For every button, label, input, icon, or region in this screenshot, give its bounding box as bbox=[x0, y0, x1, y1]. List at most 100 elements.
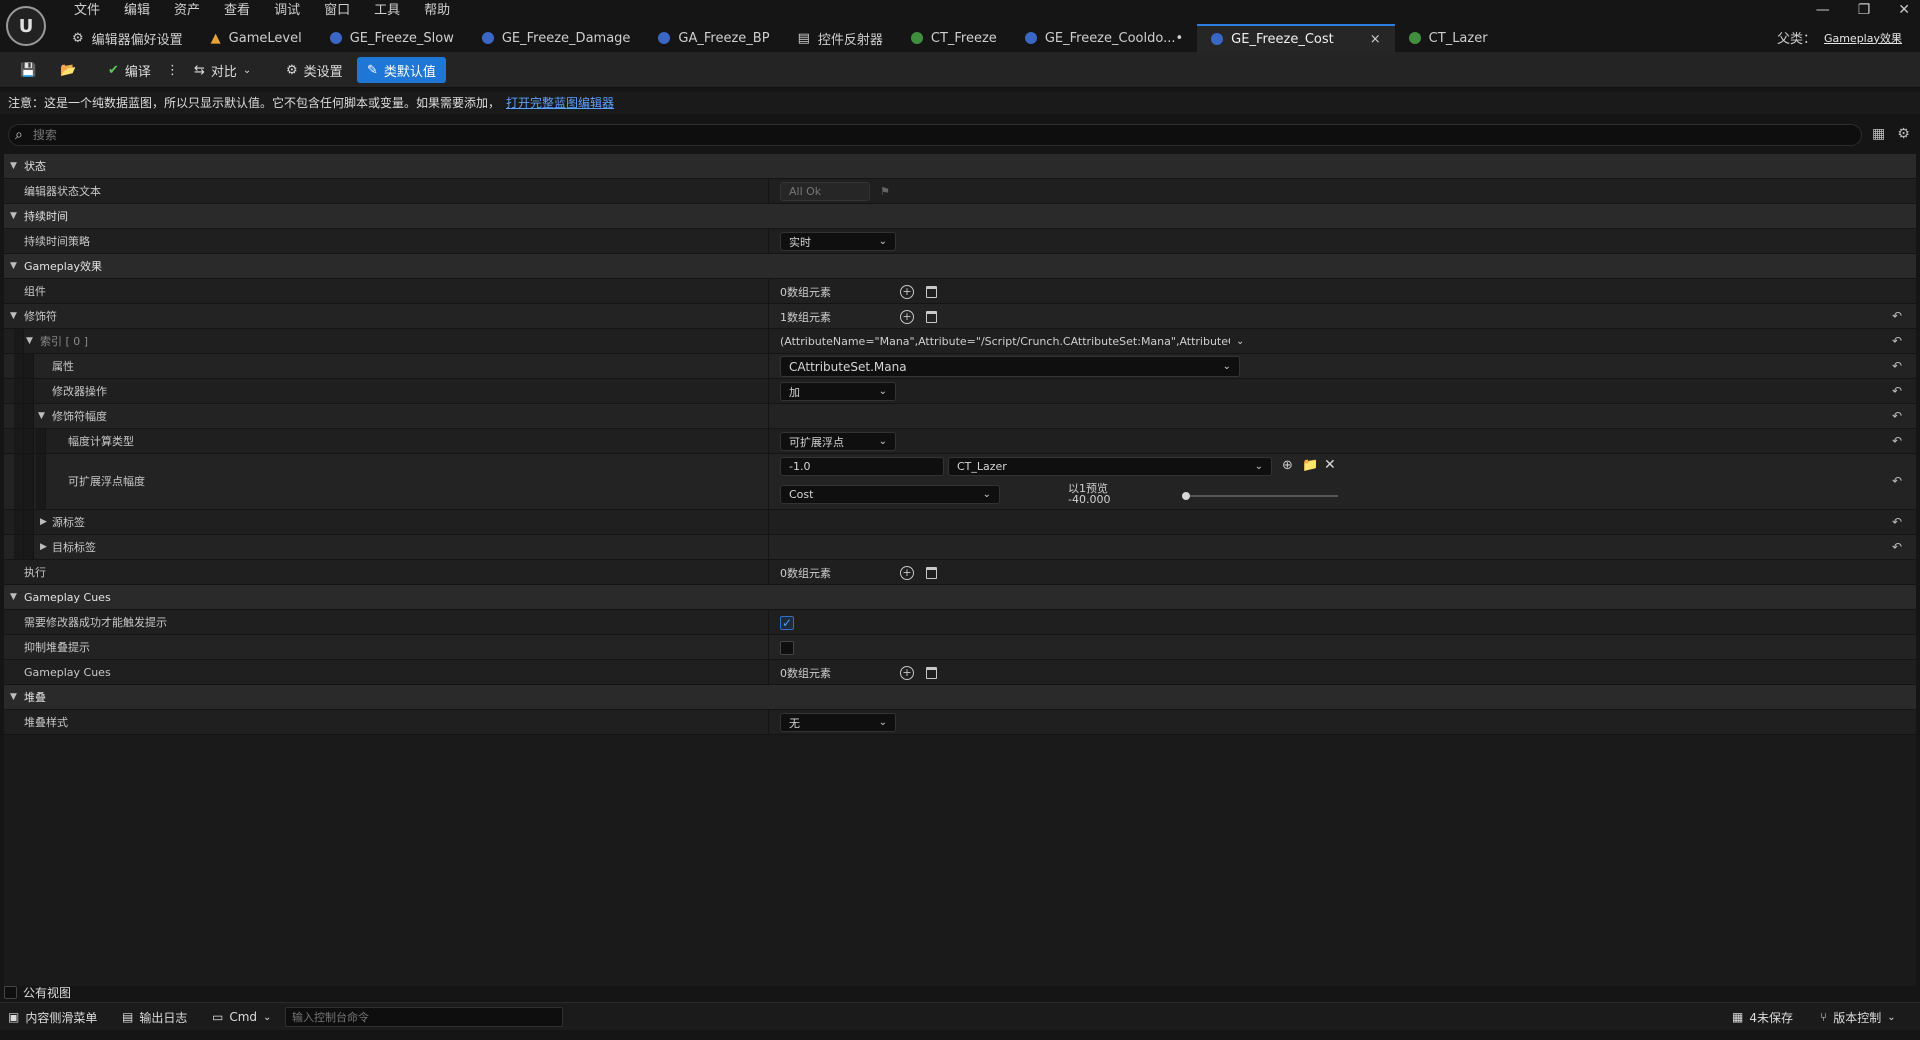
tab-ga-freeze-bp[interactable]: GA_Freeze_BP bbox=[644, 24, 783, 52]
column-splitter[interactable] bbox=[768, 535, 769, 559]
column-splitter[interactable] bbox=[768, 610, 769, 634]
trash-icon[interactable] bbox=[926, 285, 937, 298]
menu-item-view[interactable]: 查看 bbox=[212, 2, 262, 20]
duration-policy-dropdown[interactable]: 实时 ⌄ bbox=[780, 232, 896, 251]
menu-item-file[interactable]: 文件 bbox=[62, 2, 112, 20]
source-control-button[interactable]: ⑂ 版本控制 ⌄ bbox=[1820, 1007, 1896, 1027]
tab-ct-lazer[interactable]: CT_Lazer bbox=[1395, 24, 1502, 52]
curve-table-dropdown[interactable]: CT_Lazer ⌄ bbox=[948, 457, 1272, 476]
attribute-dropdown[interactable]: CAttributeSet.Mana ⌄ bbox=[780, 356, 1240, 377]
column-splitter[interactable] bbox=[768, 454, 769, 509]
column-splitter[interactable] bbox=[768, 510, 769, 534]
expand-arrow-icon[interactable]: ▼ bbox=[10, 254, 17, 279]
expand-arrow-icon[interactable]: ▼ bbox=[38, 404, 45, 429]
category-gameplay-cues[interactable]: ▼ Gameplay Cues bbox=[4, 585, 1916, 610]
menu-item-help[interactable]: 帮助 bbox=[412, 2, 462, 20]
column-splitter[interactable] bbox=[768, 179, 769, 203]
expand-arrow-icon[interactable]: ▼ bbox=[10, 304, 17, 329]
public-view-checkbox[interactable] bbox=[4, 985, 17, 999]
category-status[interactable]: ▼ 状态 bbox=[4, 154, 1916, 179]
browse-button[interactable]: 📂 bbox=[54, 57, 82, 83]
category-stacking[interactable]: ▼ 堆叠 bbox=[4, 685, 1916, 710]
column-splitter[interactable] bbox=[768, 279, 769, 303]
tab-gamelevel[interactable]: ▲ GameLevel bbox=[197, 24, 316, 52]
output-log-button[interactable]: ▤ 输出日志 bbox=[122, 1007, 187, 1027]
restore-icon[interactable]: ❐ bbox=[1858, 2, 1871, 18]
stacking-type-dropdown[interactable]: 无 ⌄ bbox=[780, 713, 896, 732]
collapsed-arrow-icon[interactable]: ▶ bbox=[40, 535, 47, 560]
open-full-blueprint-editor-link[interactable]: 打开完整蓝图编辑器 bbox=[506, 96, 614, 110]
menu-item-asset[interactable]: 资产 bbox=[162, 2, 212, 20]
expand-arrow-icon[interactable]: ▼ bbox=[10, 154, 17, 179]
tab-ge-freeze-cooldown[interactable]: GE_Freeze_Cooldo...• bbox=[1011, 24, 1197, 52]
require-modifier-success-checkbox[interactable] bbox=[780, 615, 794, 630]
search-input[interactable] bbox=[30, 127, 1731, 143]
reset-to-default-icon[interactable]: ↶ bbox=[1892, 379, 1902, 404]
suppress-stacking-cues-checkbox[interactable] bbox=[780, 640, 794, 655]
close-window-icon[interactable]: ✕ bbox=[1898, 2, 1910, 18]
minimize-icon[interactable]: — bbox=[1816, 2, 1830, 18]
tab-ge-freeze-damage[interactable]: GE_Freeze_Damage bbox=[468, 24, 645, 52]
tab-ge-freeze-slow[interactable]: GE_Freeze_Slow bbox=[316, 24, 468, 52]
reset-to-default-icon[interactable]: ↶ bbox=[1892, 535, 1902, 560]
reset-to-default-icon[interactable]: ↶ bbox=[1892, 510, 1902, 535]
column-splitter[interactable] bbox=[768, 379, 769, 403]
table-view-icon[interactable]: ▦ bbox=[1872, 126, 1885, 142]
close-tab-icon[interactable]: × bbox=[1370, 32, 1381, 47]
expand-arrow-icon[interactable]: ▼ bbox=[10, 204, 17, 229]
reset-to-default-icon[interactable]: ↶ bbox=[1892, 404, 1902, 429]
tab-editor-preferences[interactable]: ⚙ 编辑器偏好设置 bbox=[58, 24, 197, 52]
column-splitter[interactable] bbox=[768, 635, 769, 659]
tab-ct-freeze[interactable]: CT_Freeze bbox=[897, 24, 1011, 52]
public-view-toggle[interactable]: 公有视图 bbox=[4, 982, 71, 1002]
cmd-selector[interactable]: ▭ Cmd ⌄ bbox=[212, 1007, 271, 1027]
add-element-icon[interactable]: + bbox=[900, 565, 914, 580]
save-button[interactable]: 💾 bbox=[14, 57, 42, 83]
compile-options-button[interactable]: ⋮ bbox=[160, 57, 185, 83]
menu-item-edit[interactable]: 编辑 bbox=[112, 2, 162, 20]
tab-ge-freeze-cost[interactable]: GE_Freeze_Cost × bbox=[1197, 24, 1395, 52]
column-splitter[interactable] bbox=[768, 560, 769, 584]
column-splitter[interactable] bbox=[768, 354, 769, 378]
reset-to-default-icon[interactable]: ↶ bbox=[1892, 469, 1902, 494]
magnitude-calc-type-dropdown[interactable]: 可扩展浮点 ⌄ bbox=[780, 432, 896, 451]
reset-to-default-icon[interactable]: ↶ bbox=[1892, 304, 1902, 329]
column-splitter[interactable] bbox=[768, 429, 769, 453]
class-settings-button[interactable]: ⚙ 类设置 bbox=[280, 57, 349, 83]
use-selected-icon[interactable]: ⊕ bbox=[1282, 458, 1293, 473]
slider-handle[interactable] bbox=[1182, 492, 1190, 500]
column-splitter[interactable] bbox=[768, 329, 769, 353]
category-duration[interactable]: ▼ 持续时间 bbox=[4, 204, 1916, 229]
reset-to-default-icon[interactable]: ↶ bbox=[1892, 429, 1902, 454]
column-splitter[interactable] bbox=[768, 229, 769, 253]
clear-icon[interactable]: ✕ bbox=[1324, 457, 1336, 473]
unreal-logo-icon[interactable]: U bbox=[6, 6, 46, 46]
diff-button[interactable]: ⇆ 对比 ⌄ bbox=[188, 57, 257, 83]
compile-button[interactable]: ✔ 编译 bbox=[102, 57, 157, 83]
class-defaults-button[interactable]: ✎ 类默认值 bbox=[357, 57, 446, 83]
settings-gear-icon[interactable]: ⚙ bbox=[1897, 126, 1910, 142]
menu-item-tools[interactable]: 工具 bbox=[362, 2, 412, 20]
menu-item-debug[interactable]: 调试 bbox=[262, 2, 312, 20]
content-drawer-button[interactable]: ▣ 内容侧滑菜单 bbox=[8, 1007, 97, 1027]
add-element-icon[interactable]: + bbox=[900, 284, 914, 299]
trash-icon[interactable] bbox=[926, 310, 937, 323]
parent-class-link[interactable]: Gameplay效果 bbox=[1824, 28, 1902, 47]
modifier-op-dropdown[interactable]: 加 ⌄ bbox=[780, 382, 896, 401]
scalable-value-input[interactable]: -1.0 bbox=[780, 457, 944, 476]
expand-arrow-icon[interactable]: ▼ bbox=[10, 585, 17, 610]
add-element-icon[interactable]: + bbox=[900, 309, 914, 324]
column-splitter[interactable] bbox=[768, 660, 769, 684]
column-splitter[interactable] bbox=[768, 404, 769, 428]
reset-to-default-icon[interactable]: ↶ bbox=[1892, 329, 1902, 354]
add-element-icon[interactable]: + bbox=[900, 665, 914, 680]
browse-asset-icon[interactable]: 📁 bbox=[1302, 458, 1318, 473]
menu-item-window[interactable]: 窗口 bbox=[312, 2, 362, 20]
category-gameplay-effect[interactable]: ▼ Gameplay效果 bbox=[4, 254, 1916, 279]
unsaved-button[interactable]: ▦ 4未保存 bbox=[1732, 1007, 1793, 1027]
chevron-down-icon[interactable]: ⌄ bbox=[1236, 336, 1244, 347]
tab-widget-reflector[interactable]: ▤ 控件反射器 bbox=[784, 24, 897, 52]
collapsed-arrow-icon[interactable]: ▶ bbox=[40, 510, 47, 535]
trash-icon[interactable] bbox=[926, 666, 937, 679]
trash-icon[interactable] bbox=[926, 566, 937, 579]
